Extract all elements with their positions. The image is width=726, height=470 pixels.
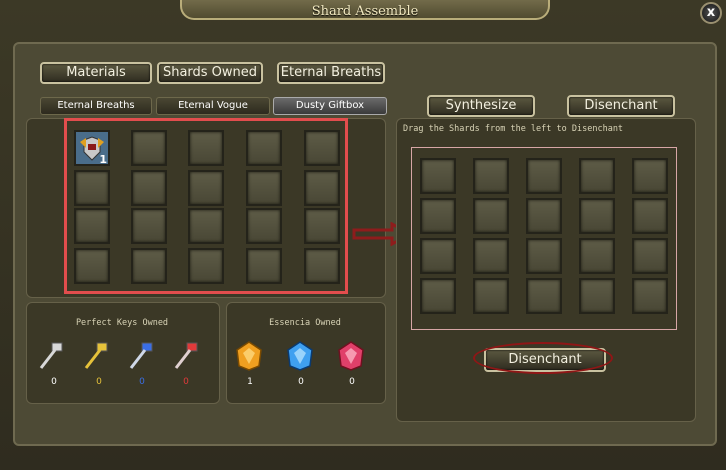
disenchant-slot[interactable] bbox=[420, 238, 456, 274]
disenchant-slot[interactable] bbox=[473, 238, 509, 274]
red-key-icon bbox=[174, 342, 198, 369]
disenchant-slot[interactable] bbox=[632, 198, 668, 234]
red-key-count: 0 bbox=[183, 377, 189, 387]
disenchant-slot[interactable] bbox=[526, 238, 562, 274]
materials-button[interactable]: Materials bbox=[40, 62, 152, 84]
silver-key-count: 0 bbox=[51, 377, 57, 387]
disenchant-slot[interactable] bbox=[420, 158, 456, 194]
synthesize-button[interactable]: Synthesize bbox=[427, 95, 535, 117]
disenchant-instruction: Drag the Shards from the left to Disench… bbox=[403, 124, 624, 134]
disenchant-slot[interactable] bbox=[420, 198, 456, 234]
silver-key-icon bbox=[39, 342, 63, 369]
orange-essence-count: 1 bbox=[247, 377, 253, 387]
disenchant-slot[interactable] bbox=[526, 198, 562, 234]
disenchant-slot[interactable] bbox=[579, 278, 615, 314]
tab-eternal-breaths[interactable]: Eternal Breaths bbox=[40, 97, 152, 115]
disenchant-slot[interactable] bbox=[579, 198, 615, 234]
inventory-highlight bbox=[64, 118, 348, 294]
disenchant-slot[interactable] bbox=[632, 238, 668, 274]
disenchant-slot[interactable] bbox=[526, 278, 562, 314]
disenchant-slot[interactable] bbox=[632, 278, 668, 314]
essence-title: Essencia Owned bbox=[269, 318, 341, 328]
window-title: Shard Assemble bbox=[311, 4, 419, 19]
orange-essence-icon bbox=[236, 341, 262, 371]
blue-key-icon bbox=[129, 342, 153, 369]
blue-key-count: 0 bbox=[139, 377, 145, 387]
disenchant-slot[interactable] bbox=[473, 198, 509, 234]
gold-key-count: 0 bbox=[96, 377, 102, 387]
eternal-breaths-button[interactable]: Eternal Breaths bbox=[277, 62, 385, 84]
disenchant-slot[interactable] bbox=[579, 158, 615, 194]
blue-essence-count: 0 bbox=[298, 377, 304, 387]
pink-essence-icon bbox=[338, 341, 364, 371]
close-button[interactable]: x bbox=[700, 2, 722, 24]
tab-eternal-vogue[interactable]: Eternal Vogue bbox=[156, 97, 270, 115]
disenchant-tab-button[interactable]: Disenchant bbox=[567, 95, 675, 117]
title-bar: Shard Assemble bbox=[180, 0, 550, 20]
tab-dusty-giftbox[interactable]: Dusty Giftbox bbox=[273, 97, 387, 115]
disenchant-slot[interactable] bbox=[526, 158, 562, 194]
disenchant-slot[interactable] bbox=[579, 238, 615, 274]
shards-owned-button[interactable]: Shards Owned bbox=[157, 62, 263, 84]
disenchant-slot[interactable] bbox=[420, 278, 456, 314]
blue-essence-icon bbox=[287, 341, 313, 371]
disenchant-slot[interactable] bbox=[473, 158, 509, 194]
disenchant-slot[interactable] bbox=[473, 278, 509, 314]
disenchant-highlight bbox=[473, 342, 613, 374]
disenchant-slot[interactable] bbox=[632, 158, 668, 194]
close-icon: x bbox=[706, 5, 716, 20]
keys-title: Perfect Keys Owned bbox=[75, 318, 169, 328]
gold-key-icon bbox=[84, 342, 108, 369]
pink-essence-count: 0 bbox=[349, 377, 355, 387]
